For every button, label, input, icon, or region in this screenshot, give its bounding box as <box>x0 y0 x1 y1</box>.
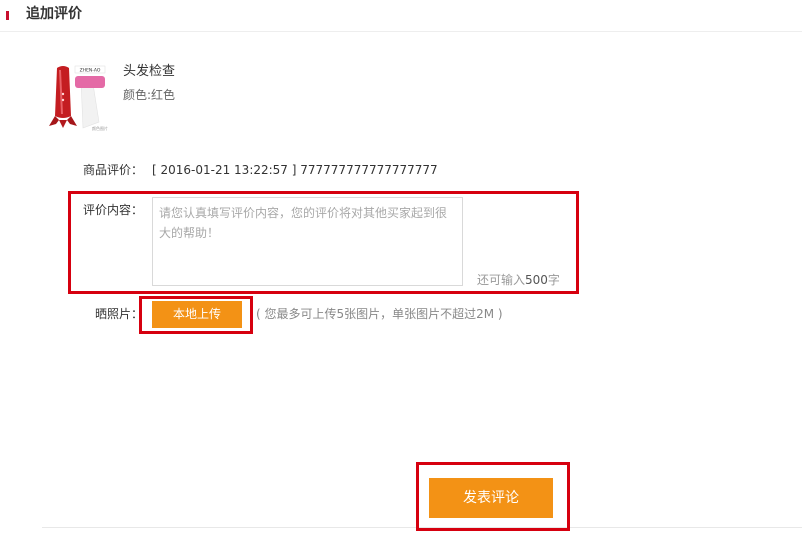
product-thumbnail[interactable]: ZHEN-AO 颜色图片 <box>47 62 113 132</box>
rating-value: [ 2016-01-21 13:22:57 ] 7777777777777777… <box>152 163 438 177</box>
product-name[interactable]: 头发检查 <box>123 63 175 81</box>
header-accent-bar <box>6 11 9 20</box>
rating-label: 商品评价： <box>83 163 144 177</box>
add-review-page: 追加评价 ZHEN-AO 颜色图片 头发检查 颜色:红色 商品评价： [ 201… <box>0 0 802 537</box>
product-attribute: 颜色:红色 <box>123 88 176 102</box>
page-title: 追加评价 <box>26 6 82 22</box>
highlight-box-upload <box>139 296 253 334</box>
photos-label: 晒照片： <box>95 307 144 321</box>
highlight-box-submit <box>416 462 570 531</box>
upload-hint: ( 您最多可上传5张图片，单张图片不超过2M ) <box>256 307 503 321</box>
highlight-box-review-content <box>68 191 579 294</box>
thumbnail-caption-text: 颜色图片 <box>92 125 108 131</box>
product-image-icon: ZHEN-AO 颜色图片 <box>49 65 108 131</box>
thumbnail-brand-text: ZHEN-AO <box>80 68 101 74</box>
header-divider <box>0 31 802 32</box>
